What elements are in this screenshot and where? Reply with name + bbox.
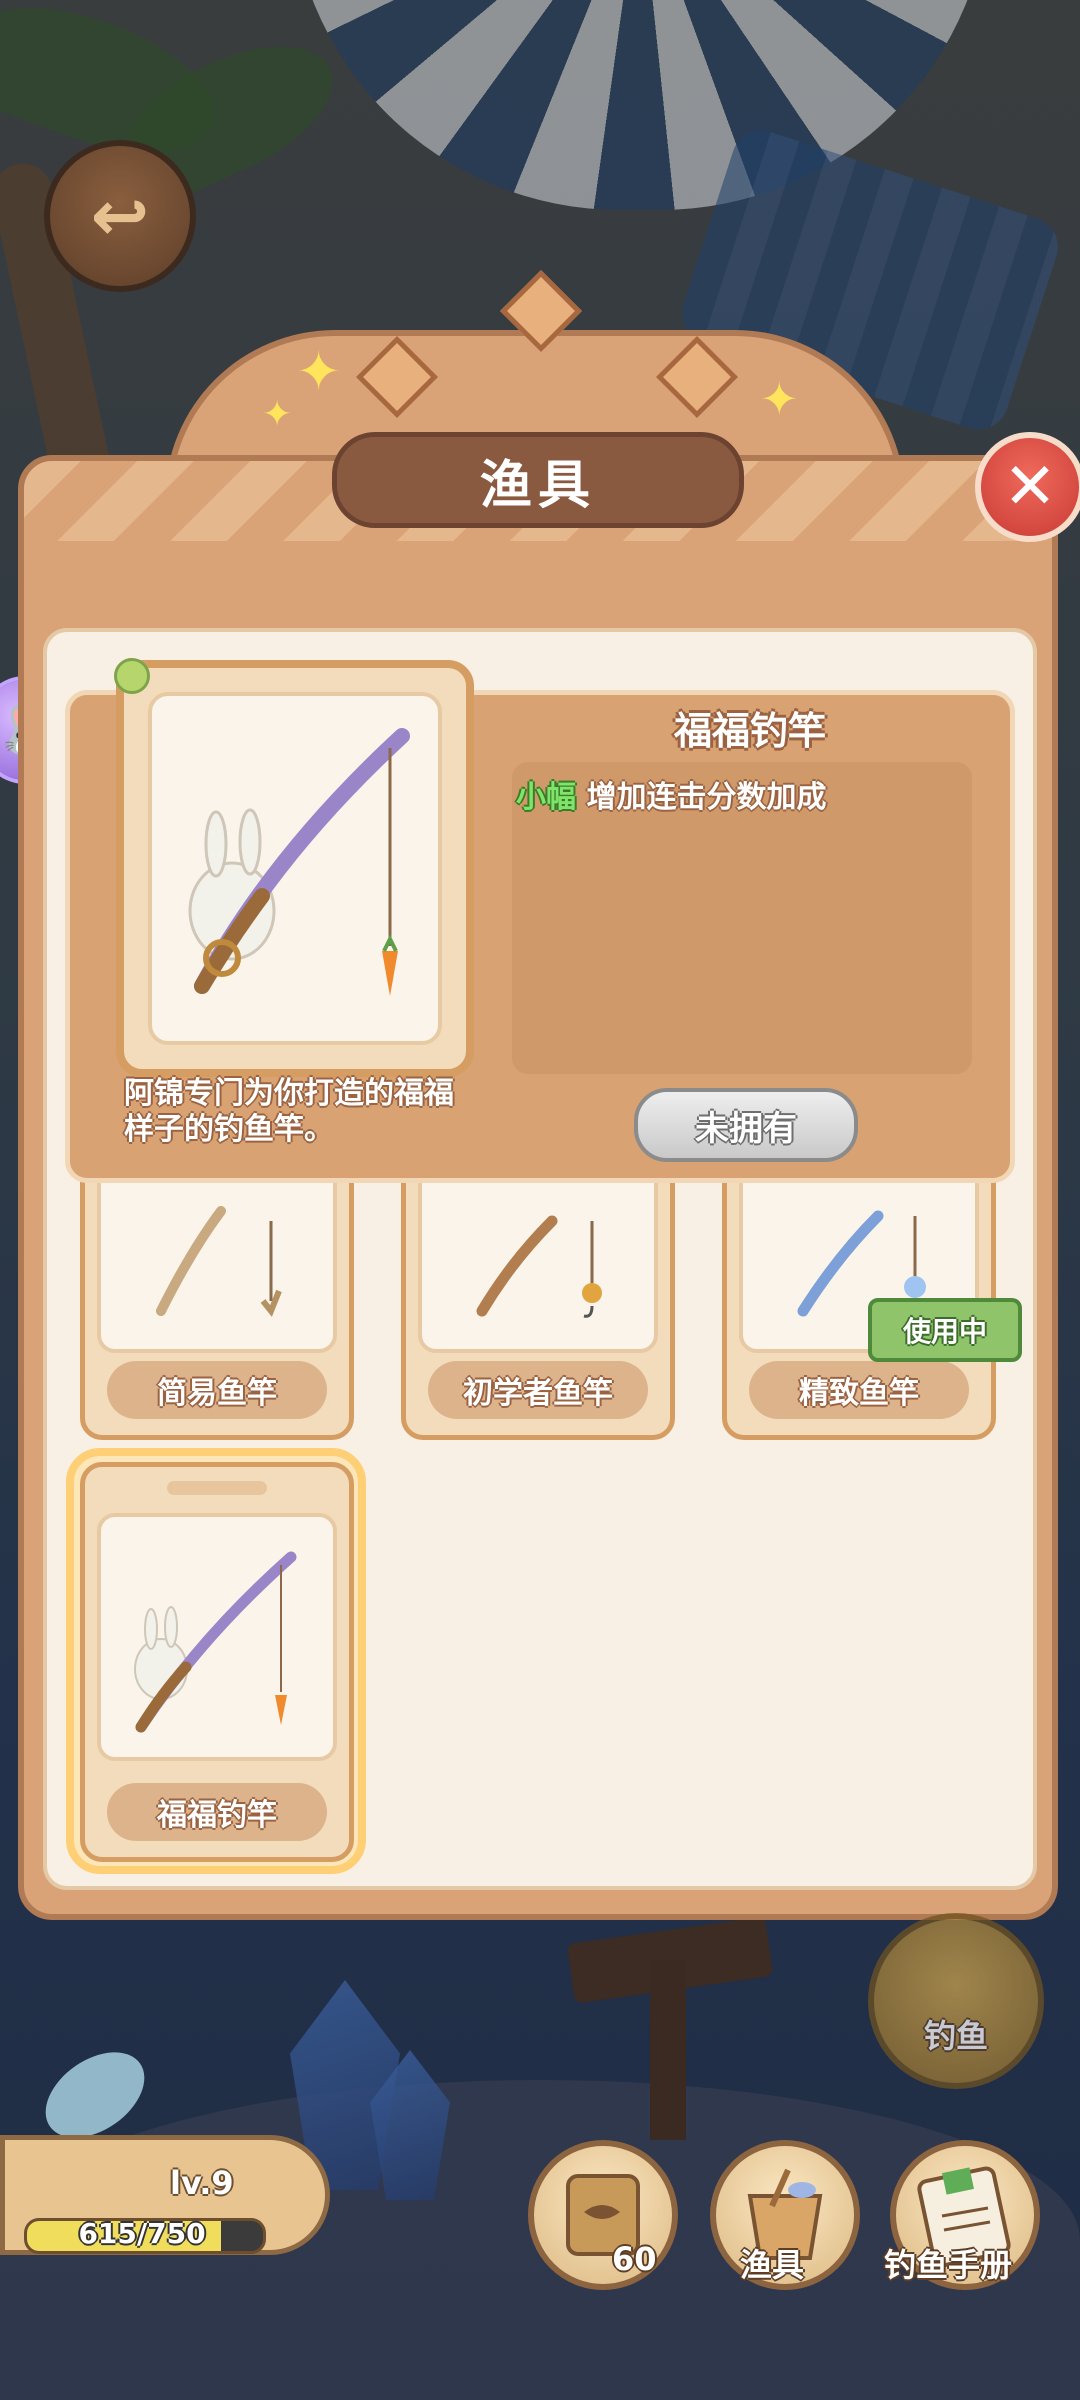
rod-description: 阿锦专门为你打造的福福样子的钓鱼竿。	[124, 1076, 454, 1147]
selected-rod-name: 福福钓竿	[673, 709, 826, 753]
rod-label: 初学者鱼竿	[428, 1361, 648, 1419]
effect-tag: 小幅	[516, 780, 576, 815]
rod-image-frame	[148, 692, 442, 1045]
beginner-rod-icon	[476, 1215, 602, 1318]
rod-label: 简易鱼竿	[107, 1361, 327, 1419]
handbook-button-label: 钓鱼手册	[884, 2246, 1013, 2284]
signpost	[650, 1960, 686, 2140]
new-indicator-dot	[114, 658, 150, 694]
rod-label: 精致鱼竿	[749, 1361, 969, 1419]
rod-thumbnail	[418, 1157, 658, 1353]
fufu-rod-icon	[134, 1551, 297, 1733]
fish-button-label: 钓鱼	[923, 2017, 988, 2055]
bag-count: 60	[612, 2240, 657, 2278]
ownership-status-button[interactable]: 未拥有	[634, 1088, 858, 1162]
sparkle-icon: ✦	[760, 372, 799, 426]
rod-detail-image	[116, 660, 474, 1077]
fufu-rod-icon	[188, 728, 410, 996]
rod-label: 福福钓竿	[107, 1783, 327, 1841]
effect-text: 增加连击分数加成	[586, 780, 827, 815]
simple-rod-icon	[156, 1206, 282, 1317]
player-level: lv.9	[170, 2164, 234, 2202]
gear-button-label: 渔具	[740, 2246, 805, 2284]
rod-card-simple[interactable]: 简易鱼竿	[80, 1152, 354, 1440]
rod-card-beginner[interactable]: 初学者鱼竿	[401, 1152, 675, 1440]
rod-card-fufu[interactable]: 福福钓竿	[80, 1462, 354, 1862]
sparkle-icon: ✦	[296, 340, 342, 403]
card-tab-decoration	[167, 1481, 267, 1495]
effect-description: 小幅 增加连击分数加成	[516, 772, 826, 816]
close-button[interactable]: ✕	[975, 432, 1080, 542]
close-icon: ✕	[1003, 450, 1057, 524]
back-button[interactable]: ↩	[44, 140, 196, 292]
dialog-title: 渔具	[332, 432, 744, 528]
fish-button[interactable]: 钓鱼	[868, 1913, 1044, 2089]
in-use-badge: 使用中	[868, 1298, 1022, 1362]
xp-progress-text: 615/750	[78, 2217, 206, 2250]
back-arrow-icon: ↩	[90, 175, 150, 257]
rod-thumbnail	[97, 1157, 337, 1353]
sparkle-icon: ✦	[262, 394, 293, 435]
rod-thumbnail	[97, 1513, 337, 1761]
rod-card-exquisite[interactable]: 精致鱼竿	[722, 1152, 996, 1440]
